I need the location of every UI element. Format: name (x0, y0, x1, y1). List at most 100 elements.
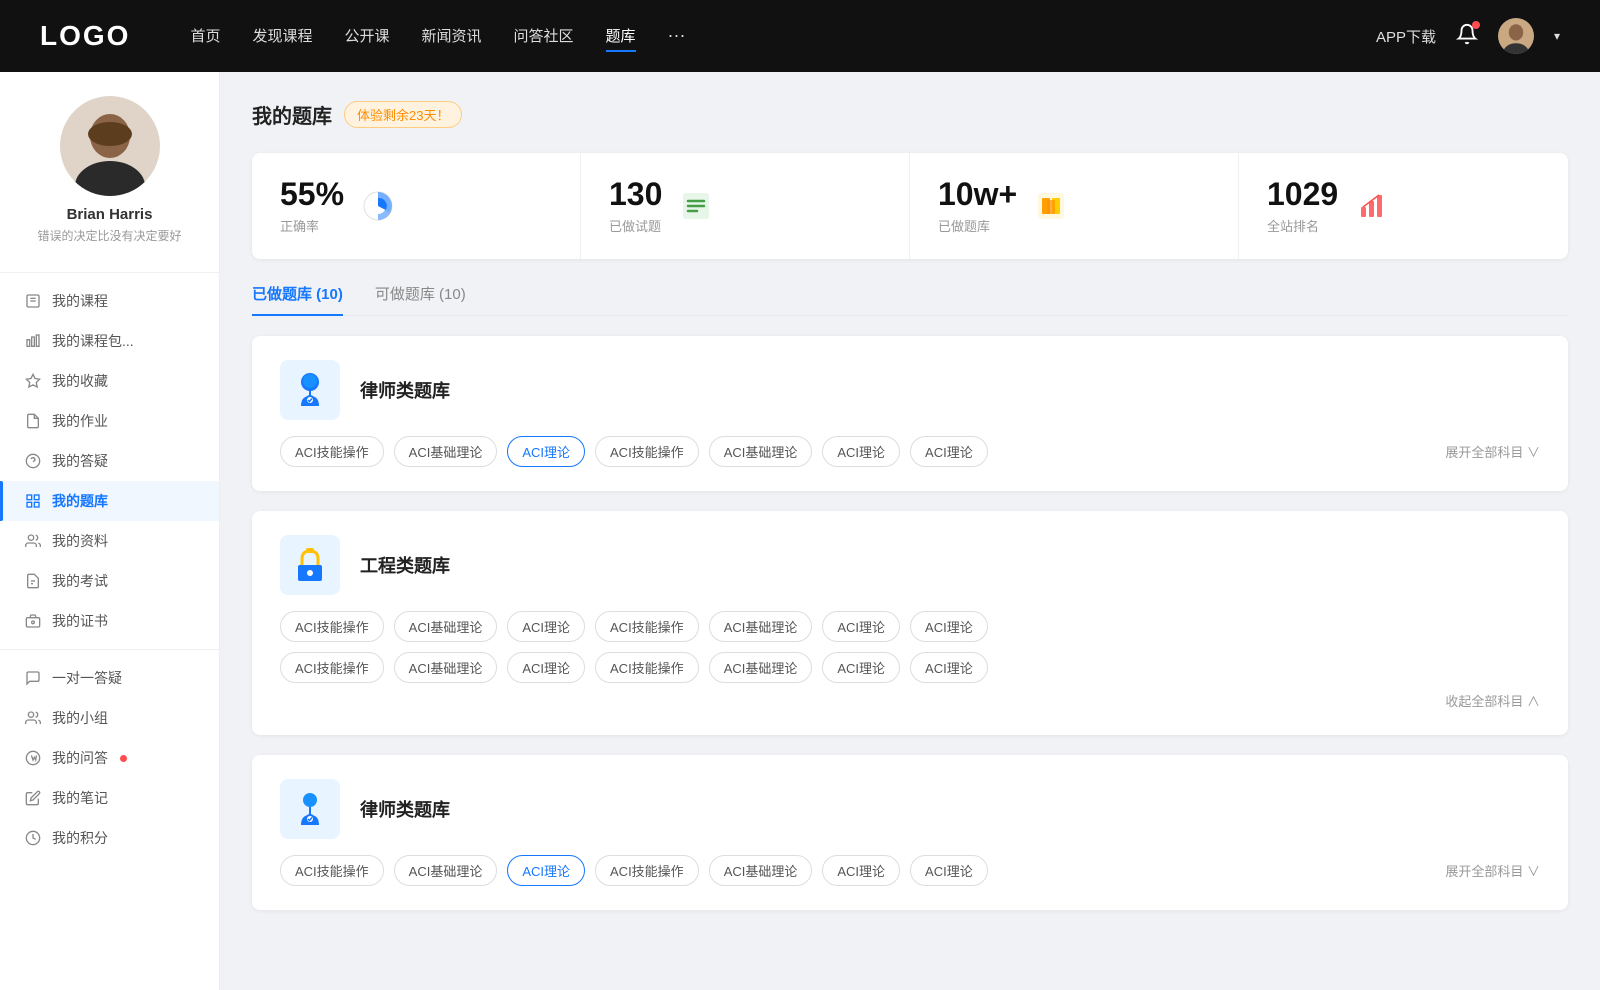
tag[interactable]: ACI基础理论 (709, 855, 813, 886)
bell-button[interactable] (1456, 23, 1478, 50)
sidebar-label-my-profile: 我的资料 (52, 531, 108, 551)
sidebar-label-my-favorites: 我的收藏 (52, 371, 108, 391)
nav-questionbank[interactable]: 题库 (606, 21, 636, 52)
user-profile-area: Brian Harris 错误的决定比没有决定要好 (0, 96, 219, 264)
sidebar-label-my-courses: 我的课程 (52, 291, 108, 311)
tag[interactable]: ACI技能操作 (280, 611, 384, 642)
pie-icon (360, 188, 396, 224)
file-icon (24, 292, 42, 310)
sidebar-divider-1 (0, 272, 219, 273)
bank-title-engineer: 工程类题库 (360, 552, 450, 578)
tag[interactable]: ACI理论 (507, 652, 585, 683)
sidebar-item-my-profile[interactable]: 我的资料 (0, 521, 219, 561)
bank-card-lawyer-1: 律师类题库 ACI技能操作 ACI基础理论 ACI理论 ACI技能操作 ACI基… (252, 336, 1568, 491)
tag[interactable]: ACI技能操作 (595, 436, 699, 467)
tag[interactable]: ACI基础理论 (394, 611, 498, 642)
sidebar-label-my-questions: 我的答疑 (52, 451, 108, 471)
sidebar-item-my-homework[interactable]: 我的作业 (0, 401, 219, 441)
nav-more[interactable]: ··· (668, 21, 686, 52)
tag[interactable]: ACI技能操作 (280, 652, 384, 683)
tag[interactable]: ACI基础理论 (394, 652, 498, 683)
tag[interactable]: ACI理论 (910, 611, 988, 642)
main-content: 我的题库 体验剩余23天！ 55% 正确率 (220, 72, 1600, 990)
user-avatar[interactable] (1498, 18, 1534, 54)
nav-news[interactable]: 新闻资讯 (422, 21, 482, 52)
bank-tags-lawyer-1: ACI技能操作 ACI基础理论 ACI理论 ACI技能操作 ACI基础理论 AC… (280, 436, 1445, 467)
nav-home[interactable]: 首页 (190, 21, 220, 52)
group-icon (24, 709, 42, 727)
tag[interactable]: ACI理论 (507, 611, 585, 642)
sidebar-item-my-favorites[interactable]: 我的收藏 (0, 361, 219, 401)
sidebar-item-my-questionbank[interactable]: 我的题库 (0, 481, 219, 521)
user-motto: 错误的决定比没有决定要好 (37, 227, 181, 244)
bank-tags-lawyer-2: ACI技能操作 ACI基础理论 ACI理论 ACI技能操作 ACI基础理论 AC… (280, 855, 1445, 886)
sidebar-item-my-answers[interactable]: 我的问答 (0, 738, 219, 778)
expand-btn-lawyer-1[interactable]: 展开全部科目 ∨ (1445, 442, 1540, 461)
tag[interactable]: ACI技能操作 (280, 855, 384, 886)
cert-icon (24, 612, 42, 630)
tag[interactable]: ACI理论 (822, 436, 900, 467)
person-icon (24, 532, 42, 550)
tag[interactable]: ACI理论 (822, 652, 900, 683)
sidebar-item-my-points[interactable]: 我的积分 (0, 818, 219, 858)
collapse-btn-engineer[interactable]: 收起全部科目 ∧ (1445, 694, 1540, 709)
sidebar-item-one-on-one[interactable]: 一对一答疑 (0, 658, 219, 698)
stat-banks-label: 已做题库 (938, 216, 1017, 235)
sidebar-item-my-exams[interactable]: 我的考试 (0, 561, 219, 601)
nav-discover[interactable]: 发现课程 (252, 21, 312, 52)
tag[interactable]: ACI理论 (822, 855, 900, 886)
sidebar-item-my-questions[interactable]: 我的答疑 (0, 441, 219, 481)
lawyer-bank-icon (280, 360, 340, 420)
bank-tags-engineer-row1: ACI技能操作 ACI基础理论 ACI理论 ACI技能操作 ACI基础理论 AC… (280, 611, 1540, 642)
answers-badge (120, 755, 127, 762)
tag[interactable]: ACI技能操作 (595, 855, 699, 886)
tag[interactable]: ACI基础理论 (709, 611, 813, 642)
tag[interactable]: ACI基础理论 (394, 436, 498, 467)
tab-done-banks[interactable]: 已做题库 (10) (252, 283, 343, 316)
tag[interactable]: ACI基础理论 (394, 855, 498, 886)
tag[interactable]: ACI理论 (910, 855, 988, 886)
sidebar-label-my-points: 我的积分 (52, 828, 108, 848)
stat-done-questions: 130 已做试题 (581, 153, 910, 259)
sidebar-item-my-notes[interactable]: 我的笔记 (0, 778, 219, 818)
page-title: 我的题库 (252, 100, 332, 129)
trial-badge: 体验剩余23天！ (344, 101, 462, 128)
stat-ranking: 1029 全站排名 (1239, 153, 1568, 259)
bank-tabs: 已做题库 (10) 可做题库 (10) (252, 283, 1568, 316)
expand-btn-lawyer-2[interactable]: 展开全部科目 ∨ (1445, 861, 1540, 880)
sidebar: Brian Harris 错误的决定比没有决定要好 我的课程 我的课程包... … (0, 72, 220, 990)
nav-qa[interactable]: 问答社区 (514, 21, 574, 52)
tag-active[interactable]: ACI理论 (507, 855, 585, 886)
sidebar-label-my-homework: 我的作业 (52, 411, 108, 431)
bank-card-engineer: 工程类题库 ACI技能操作 ACI基础理论 ACI理论 ACI技能操作 ACI基… (252, 511, 1568, 735)
tag[interactable]: ACI基础理论 (709, 436, 813, 467)
tag[interactable]: ACI技能操作 (595, 652, 699, 683)
tag-active[interactable]: ACI理论 (507, 436, 585, 467)
sidebar-item-my-courses[interactable]: 我的课程 (0, 281, 219, 321)
stat-accuracy-label: 正确率 (280, 216, 344, 235)
bar-icon (24, 332, 42, 350)
grid-icon (24, 492, 42, 510)
sidebar-item-my-packages[interactable]: 我的课程包... (0, 321, 219, 361)
app-download-btn[interactable]: APP下载 (1376, 26, 1436, 47)
nav-open-course[interactable]: 公开课 (344, 21, 389, 52)
user-menu-chevron[interactable]: ▾ (1554, 29, 1560, 43)
sidebar-item-my-group[interactable]: 我的小组 (0, 698, 219, 738)
user-name: Brian Harris (67, 206, 153, 223)
tag[interactable]: ACI理论 (910, 652, 988, 683)
bank-tags-engineer-row2: ACI技能操作 ACI基础理论 ACI理论 ACI技能操作 ACI基础理论 AC… (280, 652, 1540, 683)
stats-row: 55% 正确率 130 已做试题 (252, 153, 1568, 259)
tag[interactable]: ACI技能操作 (280, 436, 384, 467)
stat-done-value: 130 (609, 177, 662, 212)
sidebar-item-my-certs[interactable]: 我的证书 (0, 601, 219, 641)
tag[interactable]: ACI理论 (822, 611, 900, 642)
nav-right: APP下载 ▾ (1376, 18, 1560, 54)
tag[interactable]: ACI基础理论 (709, 652, 813, 683)
sidebar-label-my-questionbank: 我的题库 (52, 491, 108, 511)
tag[interactable]: ACI理论 (910, 436, 988, 467)
tab-available-banks[interactable]: 可做题库 (10) (375, 283, 466, 316)
layout: Brian Harris 错误的决定比没有决定要好 我的课程 我的课程包... … (0, 72, 1600, 990)
tag[interactable]: ACI技能操作 (595, 611, 699, 642)
stat-done-label: 已做试题 (609, 216, 662, 235)
sidebar-label-one-on-one: 一对一答疑 (52, 668, 122, 688)
